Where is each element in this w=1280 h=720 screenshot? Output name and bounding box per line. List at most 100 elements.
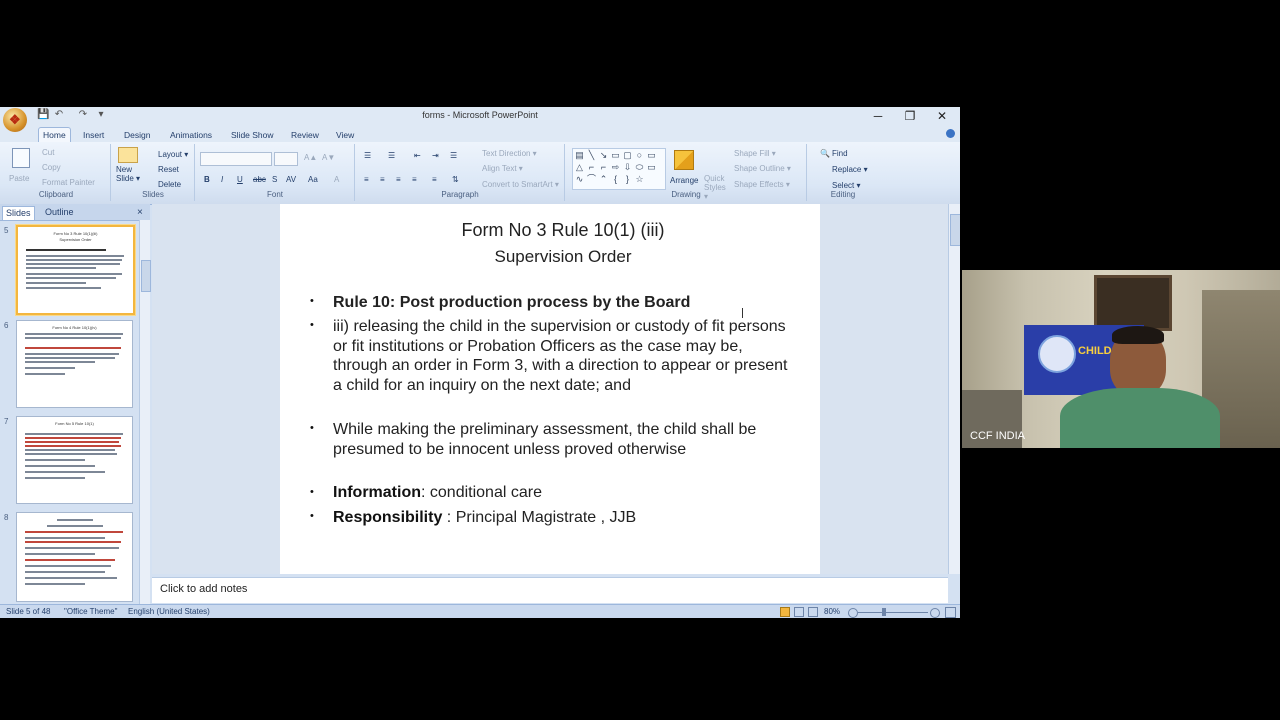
new-slide-button[interactable]: New Slide ▾ <box>116 165 146 183</box>
zoom-in-icon[interactable] <box>930 608 940 618</box>
shrink-font-icon[interactable]: A▼ <box>322 153 335 162</box>
shape-arc-icon[interactable]: ⌒ <box>587 175 596 184</box>
char-spacing-button[interactable]: AV <box>286 175 296 184</box>
slide-thumbnail-5[interactable]: Form No 3 Rule 10(1)(iii) Supervision Or… <box>16 225 135 315</box>
layout-button[interactable]: Layout ▾ <box>158 150 188 159</box>
tab-slides[interactable]: Slides <box>2 206 35 220</box>
shape-rectangle-icon[interactable]: ▭ <box>611 151 620 160</box>
italic-button[interactable]: I <box>221 175 223 184</box>
tab-review[interactable]: Review <box>287 128 323 142</box>
shape-oval-icon[interactable]: ○ <box>635 151 644 160</box>
direction-icon[interactable]: ⇅ <box>452 175 459 184</box>
shape-rect2-icon[interactable]: ▭ <box>647 151 656 160</box>
tab-outline[interactable]: Outline <box>42 206 77 219</box>
shape-arrow-icon[interactable]: ↘ <box>599 151 608 160</box>
columns-icon[interactable]: ≡ <box>432 175 437 184</box>
language-indicator[interactable]: English (United States) <box>128 607 210 616</box>
text-direction-button[interactable]: Text Direction ▾ <box>482 149 537 158</box>
justify-icon[interactable]: ≡ <box>412 175 417 184</box>
slides-pane-scrollbar[interactable] <box>139 220 151 605</box>
shape-rounded-rect-icon[interactable]: ▢ <box>623 151 632 160</box>
format-painter-button[interactable]: Format Painter <box>42 178 95 187</box>
arrange-button[interactable]: Arrange <box>670 176 698 185</box>
reset-button[interactable]: Reset <box>158 165 179 174</box>
bullet-releasing-child[interactable]: iii) releasing the child in the supervis… <box>333 317 793 395</box>
copy-button[interactable]: Copy <box>42 163 61 172</box>
bullet-preliminary-assessment[interactable]: While making the preliminary assessment,… <box>333 420 793 459</box>
shape-curve-icon[interactable]: ∿ <box>575 175 584 184</box>
help-icon[interactable] <box>946 129 955 138</box>
restore-button[interactable]: ❐ <box>895 108 925 125</box>
undo-icon[interactable]: ↶ <box>53 109 65 121</box>
shape-elbow-icon[interactable]: ⌐ <box>599 163 608 172</box>
redo-icon[interactable]: ↷ <box>77 109 89 121</box>
cut-button[interactable]: Cut <box>42 148 54 157</box>
shape-line-icon[interactable]: ╲ <box>587 151 596 160</box>
underline-button[interactable]: U <box>237 175 243 184</box>
slide-thumbnail-8[interactable] <box>16 512 133 602</box>
arrange-icon[interactable] <box>674 150 694 170</box>
align-left-icon[interactable]: ≡ <box>364 175 369 184</box>
bullet-information[interactable]: Information: conditional care <box>333 483 793 503</box>
customize-qat-icon[interactable]: ▾ <box>95 109 107 121</box>
fit-to-window-icon[interactable] <box>945 607 956 618</box>
zoom-slider-handle[interactable] <box>882 608 886 616</box>
numbering-icon[interactable]: ☰ <box>388 151 397 160</box>
bullet-rule-10[interactable]: Rule 10: Post production process by the … <box>333 293 793 313</box>
shape-callout-icon[interactable]: ▭ <box>647 163 656 172</box>
bullets-icon[interactable]: ☰ <box>364 151 373 160</box>
grow-font-icon[interactable]: A▲ <box>304 153 317 162</box>
slide-title[interactable]: Form No 3 Rule 10(1) (iii) <box>280 220 846 241</box>
slide-thumbnail-6[interactable]: Form No 4 Rule 10(1)(iv) <box>16 320 133 408</box>
shape-brace-left-icon[interactable]: { <box>611 175 620 184</box>
close-button[interactable]: ✕ <box>927 108 957 125</box>
shape-connector-icon[interactable]: ⌐ <box>587 163 596 172</box>
decrease-indent-icon[interactable]: ⇤ <box>414 151 421 160</box>
align-right-icon[interactable]: ≡ <box>396 175 401 184</box>
tab-home[interactable]: Home <box>38 127 71 142</box>
paste-icon[interactable] <box>12 148 30 168</box>
align-text-button[interactable]: Align Text ▾ <box>482 164 523 173</box>
select-button[interactable]: Select ▾ <box>832 181 860 190</box>
font-name-input[interactable] <box>200 152 272 166</box>
zoom-out-icon[interactable] <box>848 608 858 618</box>
shape-brace-right-icon[interactable]: } <box>623 175 632 184</box>
save-icon[interactable]: 💾 <box>37 109 49 121</box>
shapes-gallery[interactable]: ▤ ╲ ↘ ▭ ▢ ○ ▭ △ ⌐ ⌐ ⇨ ⇩ ⬭ ▭ ∿ ⌒ ⌃ { } ☆ <box>572 148 666 190</box>
shape-outline-button[interactable]: Shape Outline ▾ <box>734 164 791 173</box>
font-size-input[interactable] <box>274 152 298 166</box>
tab-design[interactable]: Design <box>120 128 154 142</box>
normal-view-icon[interactable] <box>780 607 790 617</box>
tab-view[interactable]: View <box>332 128 358 142</box>
zoom-slider[interactable] <box>858 612 928 613</box>
shape-star-icon[interactable]: ☆ <box>635 175 644 184</box>
slide-vertical-scrollbar[interactable] <box>948 204 960 574</box>
delete-button[interactable]: Delete <box>158 180 181 189</box>
shape-down-arrow-icon[interactable]: ⇩ <box>623 163 632 172</box>
minimize-button[interactable]: ─ <box>863 108 893 125</box>
replace-button[interactable]: Replace ▾ <box>832 165 868 174</box>
increase-indent-icon[interactable]: ⇥ <box>432 151 439 160</box>
bold-button[interactable]: B <box>204 175 210 184</box>
notes-pane[interactable]: Click to add notes <box>152 577 948 603</box>
shape-right-arrow-icon[interactable]: ⇨ <box>611 163 620 172</box>
find-button[interactable]: Find <box>832 149 848 158</box>
shadow-button[interactable]: S <box>272 175 277 184</box>
tab-animations[interactable]: Animations <box>166 128 216 142</box>
zoom-level[interactable]: 80% <box>824 607 840 616</box>
shape-cloud-icon[interactable]: ⬭ <box>635 163 644 172</box>
shape-effects-button[interactable]: Shape Effects ▾ <box>734 180 790 189</box>
change-case-button[interactable]: Aa <box>308 175 318 184</box>
slideshow-view-icon[interactable] <box>808 607 818 617</box>
tab-slide-show[interactable]: Slide Show <box>227 128 278 142</box>
current-slide[interactable]: Form No 3 Rule 10(1) (iii) Supervision O… <box>280 204 820 574</box>
slide-subtitle[interactable]: Supervision Order <box>280 247 846 267</box>
slide-thumbnail-7[interactable]: Form No 5 Rule 10(1) <box>16 416 133 504</box>
tab-insert[interactable]: Insert <box>79 128 108 142</box>
slide-sorter-icon[interactable] <box>794 607 804 617</box>
pane-close-icon[interactable]: × <box>134 206 146 219</box>
bullet-responsibility[interactable]: Responsibility : Principal Magistrate , … <box>333 508 793 528</box>
font-color-button[interactable]: A <box>334 175 339 184</box>
align-center-icon[interactable]: ≡ <box>380 175 385 184</box>
convert-smartart-button[interactable]: Convert to SmartArt ▾ <box>482 180 559 189</box>
